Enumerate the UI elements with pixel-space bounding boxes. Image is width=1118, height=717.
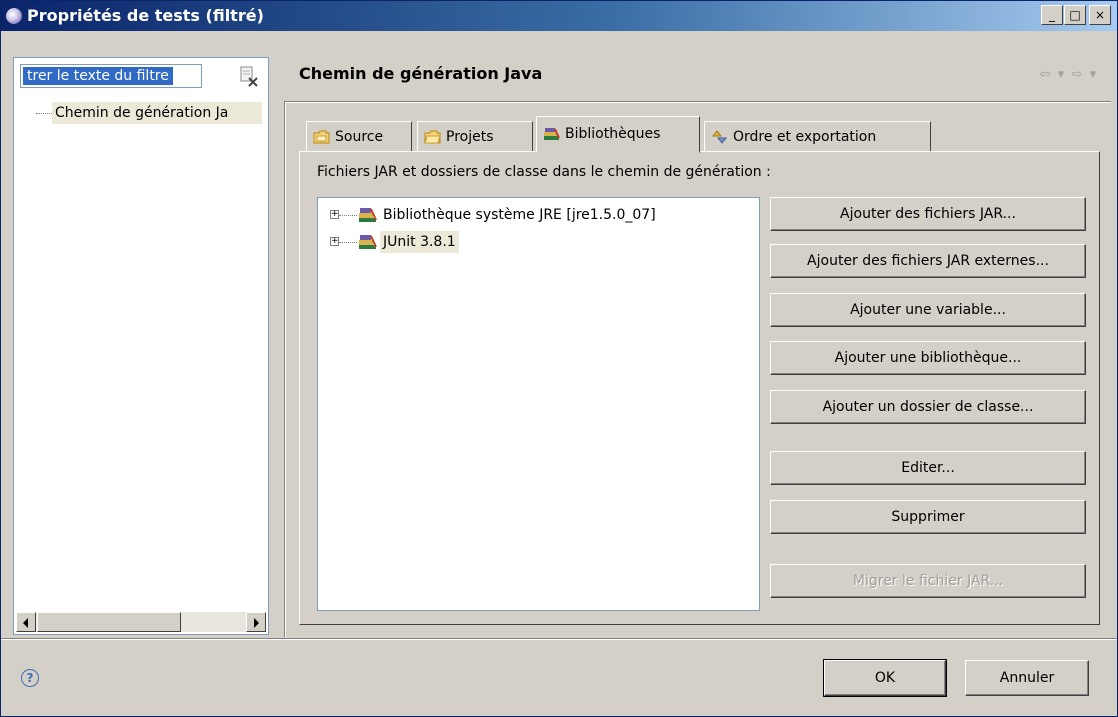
tree-connector (339, 242, 357, 243)
page-title: Chemin de génération Java (299, 64, 543, 83)
scroll-thumb[interactable] (37, 612, 181, 632)
title-bar: Propriétés de tests (filtré) _ □ × (1, 1, 1117, 31)
library-label: JUnit 3.8.1 (380, 231, 459, 253)
tab-source[interactable]: Source (306, 121, 412, 153)
add-library-button[interactable]: Ajouter une bibliothèque... (770, 341, 1086, 375)
scroll-left-button[interactable] (16, 612, 36, 632)
add-external-jars-button[interactable]: Ajouter des fichiers JAR externes... (770, 244, 1086, 278)
tab-projects-label: Projets (446, 129, 494, 145)
project-folder-icon (424, 130, 441, 144)
library-icon (359, 208, 377, 222)
preference-tree-pane: trer le texte du filtre Chemin de généra… (13, 57, 269, 635)
properties-dialog: Propriétés de tests (filtré) _ □ × trer … (0, 0, 1118, 717)
ok-button[interactable]: OK (823, 659, 947, 697)
arrow-left-icon (23, 618, 28, 628)
clear-filter-icon[interactable] (238, 64, 260, 88)
jar-list-label: Fichiers JAR et dossiers de classe dans … (317, 164, 771, 180)
arrow-right-icon (254, 618, 259, 628)
tab-libraries-label: Bibliothèques (565, 126, 661, 142)
tree-item-build-path[interactable]: Chemin de génération Ja (52, 102, 262, 124)
pane-divider (284, 101, 286, 637)
add-variable-button[interactable]: Ajouter une variable... (770, 293, 1086, 327)
tab-order-export-label: Ordre et exportation (733, 129, 877, 145)
library-label: Bibliothèque système JRE [jre1.5.0_07] (383, 207, 656, 223)
add-jars-button[interactable]: Ajouter des fichiers JAR... (770, 197, 1086, 231)
maximize-button[interactable]: □ (1064, 5, 1086, 25)
cancel-button[interactable]: Annuler (965, 660, 1089, 696)
horizontal-scrollbar[interactable] (16, 612, 266, 632)
forward-arrow-icon[interactable]: ⇨ (1069, 67, 1085, 82)
expand-icon[interactable]: + (330, 237, 339, 246)
edit-button[interactable]: Editer... (770, 451, 1086, 485)
migrate-jar-button[interactable]: Migrer le fichier JAR... (770, 564, 1086, 598)
remove-button[interactable]: Supprimer (770, 500, 1086, 534)
library-icon (359, 235, 377, 249)
back-arrow-icon[interactable]: ⇦ (1037, 67, 1053, 82)
scroll-right-button[interactable] (246, 612, 266, 632)
library-icon (544, 128, 560, 140)
expand-icon[interactable]: + (330, 210, 339, 219)
tree-connector (339, 215, 357, 216)
tab-order-export[interactable]: Ordre et exportation (704, 121, 931, 153)
filter-input[interactable]: trer le texte du filtre (20, 64, 202, 88)
library-tree[interactable]: + Bibliothèque système JRE [jre1.5.0_07]… (317, 197, 760, 611)
order-export-icon (711, 130, 728, 144)
history-navigation: ⇦ ▾ ⇨ ▾ (1037, 67, 1107, 83)
filter-text: trer le texte du filtre (23, 67, 173, 85)
filter-row: trer le texte du filtre (20, 64, 262, 92)
header-separator (285, 101, 1111, 103)
minimize-button[interactable]: _ (1041, 5, 1063, 25)
eclipse-icon (6, 8, 22, 24)
close-button[interactable]: × (1089, 5, 1111, 25)
window-title: Propriétés de tests (filtré) (27, 6, 264, 25)
tab-projects[interactable]: Projets (417, 121, 533, 153)
add-class-folder-button[interactable]: Ajouter un dossier de classe... (770, 390, 1086, 424)
back-dropdown-icon[interactable]: ▾ (1053, 67, 1069, 82)
tree-connector (36, 113, 52, 114)
footer-separator (1, 638, 1117, 640)
help-icon[interactable]: ? (21, 669, 39, 687)
tab-source-label: Source (335, 129, 384, 145)
tab-libraries[interactable]: Bibliothèques (536, 116, 700, 153)
source-folder-icon (313, 130, 330, 144)
forward-dropdown-icon[interactable]: ▾ (1085, 67, 1101, 82)
